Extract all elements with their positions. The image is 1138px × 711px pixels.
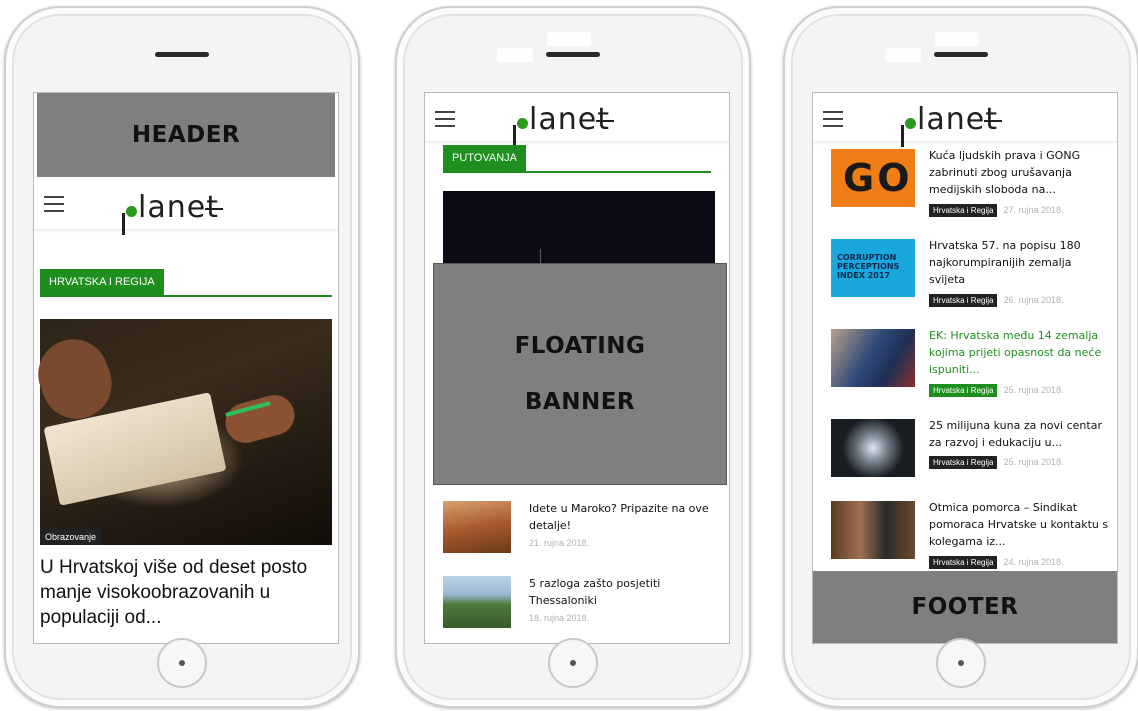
floating-banner-line-1: FLOATING	[514, 333, 646, 359]
hamburger-icon[interactable]	[44, 196, 64, 212]
front-camera	[935, 32, 979, 46]
top-bar: planetlanet	[813, 93, 1117, 147]
article-thumbnail[interactable]: CORRUPTION PERCEPTIONS INDEX 2017	[831, 239, 915, 297]
screen: planetlanet PUTOVANJA FLOATING BANNER Id…	[424, 92, 730, 644]
planet-logo[interactable]: planetlanet	[513, 95, 614, 147]
top-bar: planetlanet	[425, 93, 729, 147]
article-meta: Hrvatska i Regija 25. rujna 2018.	[929, 383, 1064, 397]
article-image[interactable]	[443, 191, 715, 271]
home-dot	[570, 660, 576, 666]
article-date: 26. rujna 2018.	[1003, 295, 1064, 305]
list-item[interactable]: 5 razloga zašto posjetiti Thessaloniki 1…	[443, 576, 721, 636]
speaker	[155, 52, 209, 57]
category-tag[interactable]: Hrvatska i Regija	[929, 455, 998, 469]
section-header: PUTOVANJA	[443, 145, 711, 173]
front-camera	[547, 32, 591, 46]
category-tag[interactable]: Hrvatska i Regija	[929, 203, 998, 217]
home-dot	[958, 660, 964, 666]
article-date: 18. rujna 2018.	[529, 613, 590, 623]
hand-image-2	[221, 390, 299, 448]
section-header: HRVATSKA I REGIJA	[40, 269, 332, 297]
footer-banner-label: FOOTER	[911, 594, 1019, 620]
article-title[interactable]: EK: Hrvatska među 14 zemalja kojima prij…	[929, 327, 1111, 378]
article-title[interactable]: Kuća ljudskih prava i GONG zabrinuti zbo…	[929, 147, 1111, 198]
phone-1: HEADER planetlanet HRVATSKA I REGIJA Obr…	[4, 6, 360, 708]
planet-logo[interactable]: planetlanet	[901, 95, 1002, 147]
phone-3: planetlanet GONG Kuća ljudskih prava i G…	[783, 6, 1138, 708]
home-button[interactable]	[157, 638, 207, 688]
article-thumbnail[interactable]	[831, 501, 915, 559]
header-banner-placeholder: HEADER	[37, 93, 335, 177]
section-label[interactable]: PUTOVANJA	[443, 145, 526, 171]
hamburger-icon[interactable]	[823, 111, 843, 127]
list-item[interactable]: Idete u Maroko? Pripazite na ove detalje…	[443, 501, 721, 561]
speaker	[934, 52, 988, 57]
article-date: 25. rujna 2018.	[1003, 457, 1064, 467]
screen: HEADER planetlanet HRVATSKA I REGIJA Obr…	[33, 92, 339, 644]
article-meta: Hrvatska i Regija 24. rujna 2018.	[929, 555, 1064, 569]
category-badge[interactable]: Obrazovanje	[40, 529, 102, 545]
home-button[interactable]	[936, 638, 986, 688]
article-title[interactable]: 5 razloga zašto posjetiti Thessaloniki	[529, 575, 721, 609]
hero-image[interactable]: Obrazovanje	[34, 319, 332, 545]
planet-logo[interactable]: planetlanet	[122, 183, 223, 235]
article-title[interactable]: Otmica pomorca – Sindikat pomoraca Hrvat…	[929, 499, 1111, 550]
floating-banner-placeholder: FLOATING BANNER	[433, 263, 727, 485]
article-thumbnail[interactable]: GONG	[831, 149, 915, 207]
home-button[interactable]	[548, 638, 598, 688]
speaker	[546, 52, 600, 57]
category-tag[interactable]: Hrvatska i Regija	[929, 383, 998, 397]
article-thumbnail[interactable]	[831, 329, 915, 387]
category-tag[interactable]: Hrvatska i Regija	[929, 555, 998, 569]
home-dot	[179, 660, 185, 666]
top-bar: planetlanet	[34, 181, 338, 235]
list-item[interactable]: CORRUPTION PERCEPTIONS INDEX 2017 Hrvats…	[831, 239, 1111, 319]
article-meta: Hrvatska i Regija 26. rujna 2018.	[929, 293, 1064, 307]
article-meta: Hrvatska i Regija 27. rujna 2018.	[929, 203, 1064, 217]
article-thumbnail[interactable]	[831, 419, 915, 477]
article-date: 24. rujna 2018.	[1003, 557, 1064, 567]
article-meta: Hrvatska i Regija 25. rujna 2018.	[929, 455, 1064, 469]
front-sensor	[885, 48, 921, 62]
category-tag[interactable]: Hrvatska i Regija	[929, 293, 998, 307]
hamburger-icon[interactable]	[435, 111, 455, 127]
article-thumbnail[interactable]	[443, 576, 511, 628]
hero-title[interactable]: U Hrvatskoj više od deset posto manje vi…	[40, 555, 332, 630]
list-item[interactable]: GONG Kuća ljudskih prava i GONG zabrinut…	[831, 149, 1111, 229]
front-sensor	[497, 48, 533, 62]
article-date: 25. rujna 2018.	[1003, 385, 1064, 395]
article-date: 21. rujna 2018.	[529, 538, 590, 548]
footer-banner-placeholder: FOOTER	[813, 571, 1117, 643]
article-thumbnail[interactable]	[443, 501, 511, 553]
floating-banner-line-2: BANNER	[524, 389, 636, 415]
section-label[interactable]: HRVATSKA I REGIJA	[40, 269, 164, 295]
phone-2: planetlanet PUTOVANJA FLOATING BANNER Id…	[395, 6, 751, 708]
list-item[interactable]: Otmica pomorca – Sindikat pomoraca Hrvat…	[831, 501, 1111, 581]
screen: planetlanet GONG Kuća ljudskih prava i G…	[812, 92, 1118, 644]
list-item[interactable]: 25 milijuna kuna za novi centar za razvo…	[831, 419, 1111, 499]
list-item[interactable]: EK: Hrvatska među 14 zemalja kojima prij…	[831, 329, 1111, 409]
article-title[interactable]: 25 milijuna kuna za novi centar za razvo…	[929, 417, 1111, 451]
article-title[interactable]: Hrvatska 57. na popisu 180 najkorumpiran…	[929, 237, 1111, 288]
header-banner-label: HEADER	[131, 122, 241, 148]
article-title[interactable]: Idete u Maroko? Pripazite na ove detalje…	[529, 500, 721, 534]
article-date: 27. rujna 2018.	[1003, 205, 1064, 215]
